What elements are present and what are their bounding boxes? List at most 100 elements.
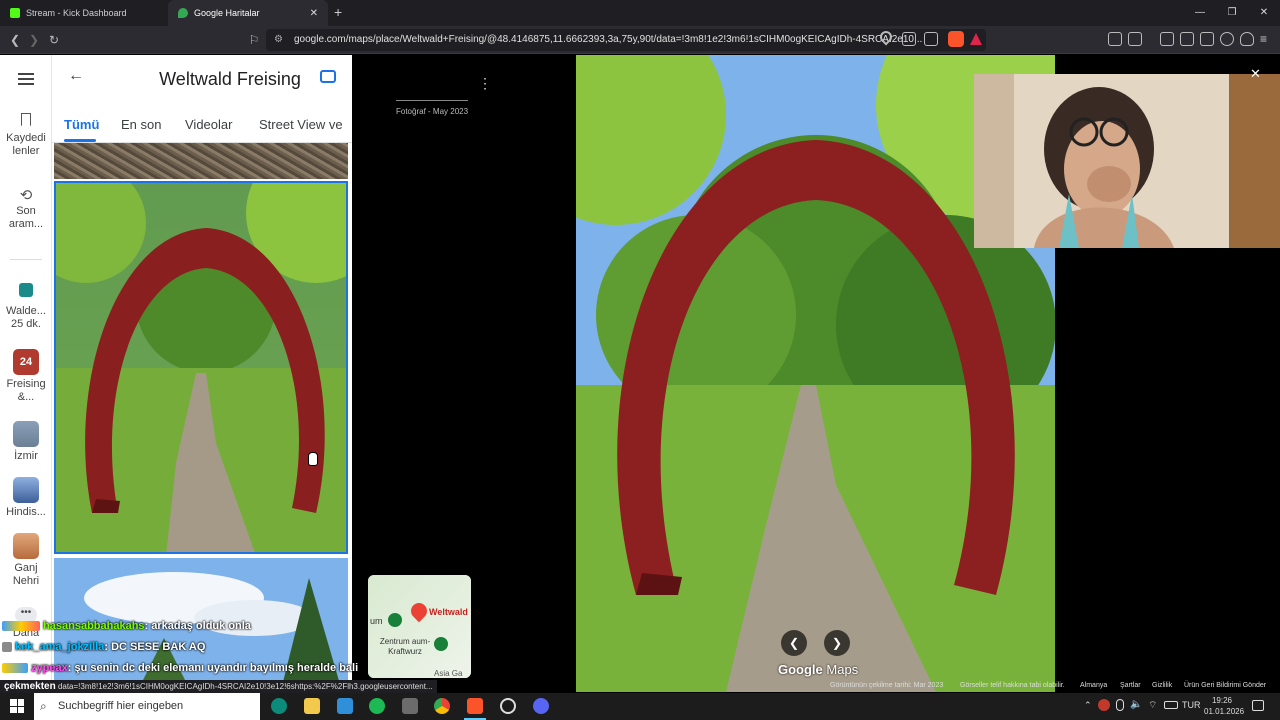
url-bar[interactable]: ⚙ google.com/maps/place/Weltwald+Freisin… — [266, 29, 986, 51]
forward-icon[interactable]: ❯ — [24, 30, 44, 50]
chat-username: zypeax — [31, 662, 68, 674]
url-text: google.com/maps/place/Weltwald+Freising/… — [294, 34, 923, 45]
chat-message: kek_ama_jokzilla: DC SESE BAK AQ — [2, 641, 205, 653]
park-icon — [434, 637, 448, 651]
new-tab-button[interactable]: + — [334, 4, 342, 20]
chrome-icon[interactable] — [434, 698, 450, 714]
rail-item-hindistan[interactable]: Hindis... — [0, 477, 52, 519]
reload-icon[interactable]: ↻ — [44, 30, 64, 50]
volume-icon[interactable]: 🔈 — [1130, 699, 1142, 710]
bookmark-page-icon[interactable]: ⚐ — [244, 30, 264, 50]
next-photo-button[interactable]: ❯ — [824, 630, 850, 656]
site-info-icon[interactable]: ⚙ — [274, 29, 283, 51]
share-icon[interactable] — [924, 32, 938, 46]
wallet-icon[interactable] — [1200, 32, 1214, 46]
rail-item-recent[interactable]: ⟲ Son aram... — [0, 188, 52, 231]
brave-icon[interactable] — [467, 698, 483, 714]
footer-terms[interactable]: Şartlar — [1120, 682, 1141, 689]
file-explorer-icon[interactable] — [304, 698, 320, 714]
vpn-shield-icon[interactable] — [1240, 32, 1254, 46]
chat-text: : arkadaş olduk onla — [144, 620, 251, 632]
calculator-icon[interactable] — [402, 698, 418, 714]
tab-videos[interactable]: Videolar — [185, 117, 232, 132]
rail-item-izmir[interactable]: İzmir — [0, 421, 52, 463]
place-title: Weltwald Freising — [159, 69, 301, 89]
menu-icon[interactable]: ≡ — [1260, 32, 1267, 46]
media-icon[interactable] — [1160, 32, 1174, 46]
photo-thumbnail[interactable] — [54, 143, 348, 179]
tab-google-maps[interactable]: Google Haritalar ✕ — [168, 0, 328, 26]
tray-overflow-icon[interactable]: ⌃ — [1084, 700, 1092, 711]
tab-latest[interactable]: En son — [121, 117, 161, 132]
footer-feedback[interactable]: Ürün Geri Bildirimi Gönder — [1184, 682, 1266, 689]
close-window-icon[interactable]: ✕ — [1248, 0, 1280, 26]
tray-app-icon[interactable] — [1098, 699, 1110, 711]
photo-thumbnail-selected[interactable] — [54, 181, 348, 554]
tab-title: Stream - Kick Dashboard — [26, 8, 127, 18]
tab-all[interactable]: Tümü — [64, 117, 99, 132]
back-arrow-icon[interactable]: ← — [68, 67, 84, 85]
minimap-label-corner: Asia Ga — [434, 669, 463, 678]
izmir-thumbnail — [13, 421, 39, 447]
brave-shields-icon[interactable] — [948, 31, 964, 47]
arch-photo — [56, 183, 346, 552]
status-footer: çekmekten data=!3m8!1e2!3m6!1sCIHM0ogKEI… — [0, 680, 1280, 693]
close-overlay-icon[interactable]: ✕ — [1250, 66, 1261, 82]
taskbar-search-placeholder: Suchbegriff hier eingeben — [58, 700, 184, 712]
minimize-icon[interactable]: — — [1184, 0, 1216, 26]
hand-cursor-icon — [308, 452, 318, 466]
wifi-icon[interactable]: ⌔ — [1148, 699, 1157, 712]
rail-label: Son aram... — [8, 205, 44, 230]
back-icon[interactable]: ❮ — [5, 30, 25, 50]
status-url: çekmekten data=!3m8!1e2!3m6!1sCIHM0ogKEI… — [0, 680, 437, 693]
rail-item-waldeck[interactable]: Walde... 25 dk. — [0, 283, 52, 331]
sidebar-icon[interactable] — [1180, 32, 1194, 46]
chat-text: : DC SESE BAK AQ — [104, 641, 206, 653]
rail-item-saved[interactable]: Kaydedi lenler — [0, 113, 52, 158]
discord-icon[interactable] — [533, 698, 549, 714]
close-tab-icon[interactable]: ✕ — [310, 8, 318, 19]
spotify-icon[interactable] — [369, 698, 385, 714]
clock[interactable]: 19:26 01.01.2026 — [1204, 695, 1245, 717]
previous-photo-button[interactable]: ❮ — [781, 630, 807, 656]
hamburger-menu-icon[interactable] — [18, 73, 34, 85]
chat-username: hasansabbahakahs — [43, 620, 145, 632]
footer-country[interactable]: Almanya — [1080, 682, 1107, 689]
maps-favicon-icon — [178, 8, 188, 18]
chat-username: kek_ama_jokzilla — [15, 641, 105, 653]
window-controls: — ❐ ✕ — [1184, 0, 1280, 26]
footer-privacy[interactable]: Gizlilik — [1152, 682, 1172, 689]
screenshot-icon[interactable] — [1128, 32, 1142, 46]
tab-kick-dashboard[interactable]: Stream - Kick Dashboard — [0, 0, 168, 26]
windows-taskbar: ⌕ Suchbegriff hier eingeben ⌃ 🔈 ⌔ TUR 19… — [0, 693, 1280, 720]
windows-start-icon[interactable] — [10, 699, 24, 713]
brave-rewards-icon[interactable] — [970, 33, 982, 45]
language-indicator[interactable]: TUR — [1182, 700, 1201, 710]
photo-viewer-sidebar: Fotoğraf - May 2023 ⋮ Weltwald um Zentru… — [352, 55, 576, 692]
store-icon[interactable] — [337, 698, 353, 714]
chat-badges-icon — [2, 621, 40, 632]
obs-icon[interactable] — [500, 698, 516, 714]
rail-item-ganj[interactable]: Ganj Nehri — [0, 533, 52, 588]
rail-item-freising[interactable]: 24 Freising &... — [0, 349, 52, 404]
hindistan-thumbnail — [13, 477, 39, 503]
taskbar-search[interactable]: ⌕ Suchbegriff hier eingeben — [34, 693, 260, 720]
notifications-icon[interactable] — [1252, 700, 1264, 711]
leo-ai-icon[interactable] — [1220, 32, 1234, 46]
photo-caption: Fotoğraf - May 2023 — [396, 107, 469, 116]
extensions-icon[interactable] — [1108, 32, 1122, 46]
webcam-feed — [974, 74, 1280, 248]
more-options-icon[interactable]: ⋮ — [478, 75, 492, 92]
microphone-icon[interactable] — [1116, 699, 1124, 711]
cast-icon[interactable] — [902, 32, 916, 46]
rail-label: Freising &... — [6, 378, 46, 403]
clock-date: 01.01.2026 — [1204, 707, 1245, 716]
minimap[interactable]: Weltwald um Zentrum aum-Kraftwurz Asia G… — [368, 575, 471, 678]
tab-street-view[interactable]: Street View ve — [259, 117, 343, 132]
footer-copyright: Görseller telif hakkına tabi olabilir. — [960, 682, 1065, 689]
google-maps-logo: Google Maps — [778, 662, 858, 677]
battery-icon[interactable] — [1164, 701, 1178, 709]
add-photo-icon[interactable] — [320, 70, 336, 83]
restore-icon[interactable]: ❐ — [1216, 0, 1248, 26]
edge-icon[interactable] — [271, 698, 287, 714]
